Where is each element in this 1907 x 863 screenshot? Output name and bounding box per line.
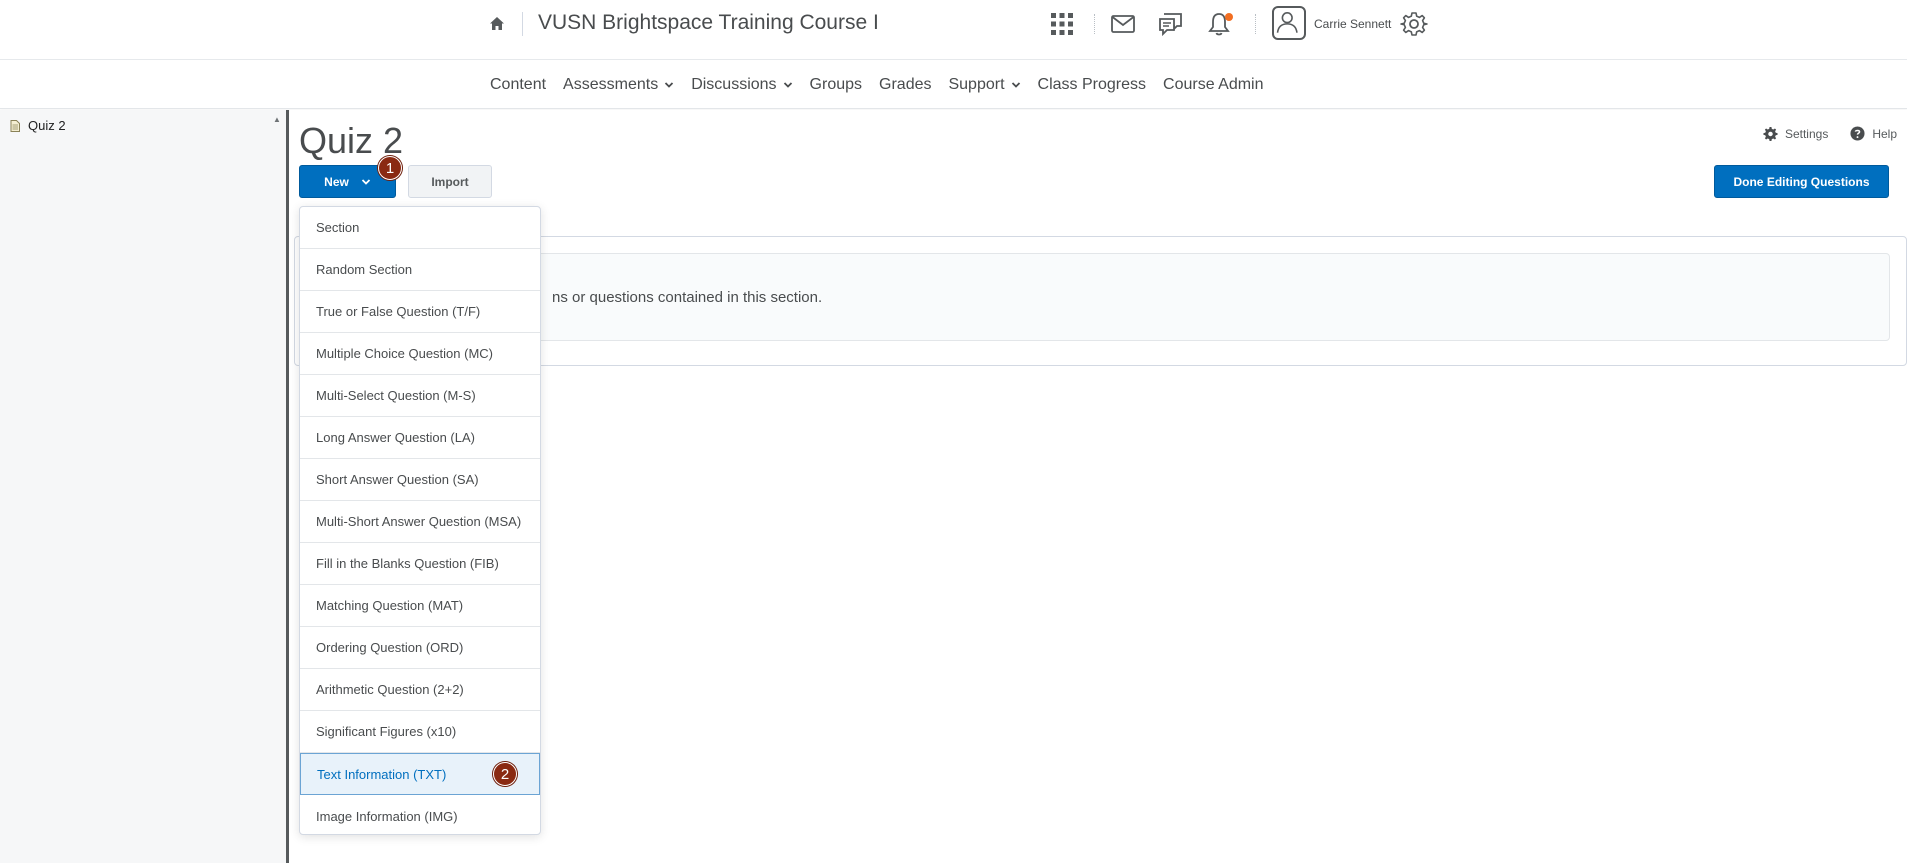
- nav-label: Support: [948, 76, 1005, 93]
- settings-link[interactable]: Settings: [1763, 126, 1828, 141]
- header-separator: [1094, 14, 1095, 34]
- chevron-down-icon: [783, 82, 792, 88]
- nav-item-assessments[interactable]: Assessments: [563, 76, 674, 94]
- notification-dot: [1225, 13, 1233, 21]
- step-badge-2: 2: [493, 762, 517, 786]
- tree-item-quiz[interactable]: Quiz 2: [10, 118, 66, 133]
- menu-item-label: Ordering Question (ORD): [316, 640, 464, 655]
- tree-item-label: Quiz 2: [28, 118, 66, 133]
- new-dropdown-menu: Section Random Section True or False Que…: [299, 206, 541, 835]
- menu-item-fill-in-blanks[interactable]: Fill in the Blanks Question (FIB): [300, 543, 540, 585]
- top-links: Settings Help: [1741, 126, 1897, 141]
- menu-item-label: True or False Question (T/F): [316, 304, 481, 319]
- help-icon: [1850, 126, 1865, 141]
- nav-item-content[interactable]: Content: [490, 76, 546, 94]
- nav-label: Grades: [879, 76, 932, 93]
- chat-bubbles-icon[interactable]: [1157, 10, 1185, 38]
- menu-item-label: Text Information (TXT): [317, 766, 447, 782]
- nav-items: Content Assessments Discussions Groups G…: [490, 61, 1281, 109]
- menu-item-text-information[interactable]: Text Information (TXT) 2: [300, 753, 540, 795]
- nav-label: Course Admin: [1163, 76, 1264, 93]
- section-empty-state: ns or questions contained in this sectio…: [305, 253, 1890, 341]
- menu-item-label: Fill in the Blanks Question (FIB): [316, 556, 499, 571]
- gear-icon[interactable]: [1400, 10, 1428, 38]
- nav-label: Discussions: [691, 76, 777, 93]
- nav-item-groups[interactable]: Groups: [810, 76, 862, 94]
- menu-item-label: Long Answer Question (LA): [316, 430, 475, 445]
- menu-item-image-information[interactable]: Image Information (IMG): [300, 795, 540, 834]
- help-label: Help: [1872, 126, 1897, 141]
- chevron-down-icon: [1011, 82, 1020, 88]
- user-name[interactable]: Carrie Sennett: [1314, 17, 1391, 31]
- menu-item-section[interactable]: Section: [300, 207, 540, 249]
- menu-item-multi-select[interactable]: Multi-Select Question (M-S): [300, 375, 540, 417]
- nav-item-discussions[interactable]: Discussions: [691, 76, 792, 94]
- menu-item-label: Section: [316, 220, 360, 235]
- chevron-down-icon: [361, 178, 370, 185]
- menu-item-label: Short Answer Question (SA): [316, 472, 479, 487]
- help-link[interactable]: Help: [1850, 126, 1897, 141]
- mail-icon[interactable]: [1109, 10, 1137, 38]
- menu-item-multiple-choice[interactable]: Multiple Choice Question (MC): [300, 333, 540, 375]
- menu-item-label: Arithmetic Question (2+2): [316, 682, 464, 697]
- nav-label: Groups: [809, 76, 863, 93]
- chevron-down-icon: [665, 82, 674, 88]
- menu-item-multi-short-answer[interactable]: Multi-Short Answer Question (MSA): [300, 501, 540, 543]
- menu-item-true-false[interactable]: True or False Question (T/F): [300, 291, 540, 333]
- menu-item-arithmetic[interactable]: Arithmetic Question (2+2): [300, 669, 540, 711]
- new-button-label: New: [324, 174, 349, 189]
- import-button[interactable]: Import: [408, 165, 492, 198]
- course-navbar: Content Assessments Discussions Groups G…: [0, 61, 1907, 109]
- menu-item-matching[interactable]: Matching Question (MAT): [300, 585, 540, 627]
- waffle-grid-icon[interactable]: [1048, 10, 1076, 38]
- tree-pane: Quiz 2: [0, 110, 268, 863]
- menu-item-label: Multi-Select Question (M-S): [316, 388, 476, 403]
- pane-divider[interactable]: [286, 110, 289, 863]
- nav-label: Content: [490, 76, 547, 93]
- scroll-up-icon[interactable]: ▲: [273, 115, 281, 124]
- avatar-icon: [1276, 12, 1298, 33]
- nav-item-support[interactable]: Support: [948, 76, 1020, 94]
- menu-item-short-answer[interactable]: Short Answer Question (SA): [300, 459, 540, 501]
- section-message-text: ns or questions contained in this sectio…: [552, 289, 823, 306]
- settings-label: Settings: [1784, 126, 1829, 141]
- menu-item-label: Random Section: [316, 262, 413, 277]
- top-header: VUSN Brightspace Training Course I Carri…: [0, 0, 1907, 60]
- nav-item-grades[interactable]: Grades: [879, 76, 931, 94]
- menu-item-label: Multiple Choice Question (MC): [316, 346, 494, 361]
- course-title[interactable]: VUSN Brightspace Training Course I: [538, 11, 879, 35]
- home-icon[interactable]: [487, 14, 507, 34]
- menu-item-random-section[interactable]: Random Section: [300, 249, 540, 291]
- menu-item-significant-figures[interactable]: Significant Figures (x10): [300, 711, 540, 753]
- done-editing-questions-button[interactable]: Done Editing Questions: [1714, 165, 1889, 198]
- menu-item-label: Significant Figures (x10): [316, 724, 457, 739]
- nav-item-course-admin[interactable]: Course Admin: [1163, 76, 1264, 94]
- avatar[interactable]: [1272, 6, 1306, 40]
- nav-item-class-progress[interactable]: Class Progress: [1038, 76, 1146, 94]
- gear-icon: [1763, 126, 1778, 141]
- header-separator: [1255, 14, 1256, 34]
- menu-item-label: Matching Question (MAT): [316, 598, 464, 613]
- step-badge-1: 1: [378, 156, 402, 180]
- menu-item-label: Image Information (IMG): [316, 808, 458, 824]
- menu-item-long-answer[interactable]: Long Answer Question (LA): [300, 417, 540, 459]
- document-icon: [10, 119, 20, 132]
- menu-item-label: Multi-Short Answer Question (MSA): [316, 514, 522, 529]
- title-separator: [522, 12, 523, 36]
- menu-item-ordering[interactable]: Ordering Question (ORD): [300, 627, 540, 669]
- nav-label: Class Progress: [1037, 76, 1147, 93]
- section-message: ns or questions contained in this sectio…: [306, 289, 1889, 306]
- nav-label: Assessments: [563, 76, 659, 93]
- pane-scrollbar[interactable]: [268, 110, 286, 863]
